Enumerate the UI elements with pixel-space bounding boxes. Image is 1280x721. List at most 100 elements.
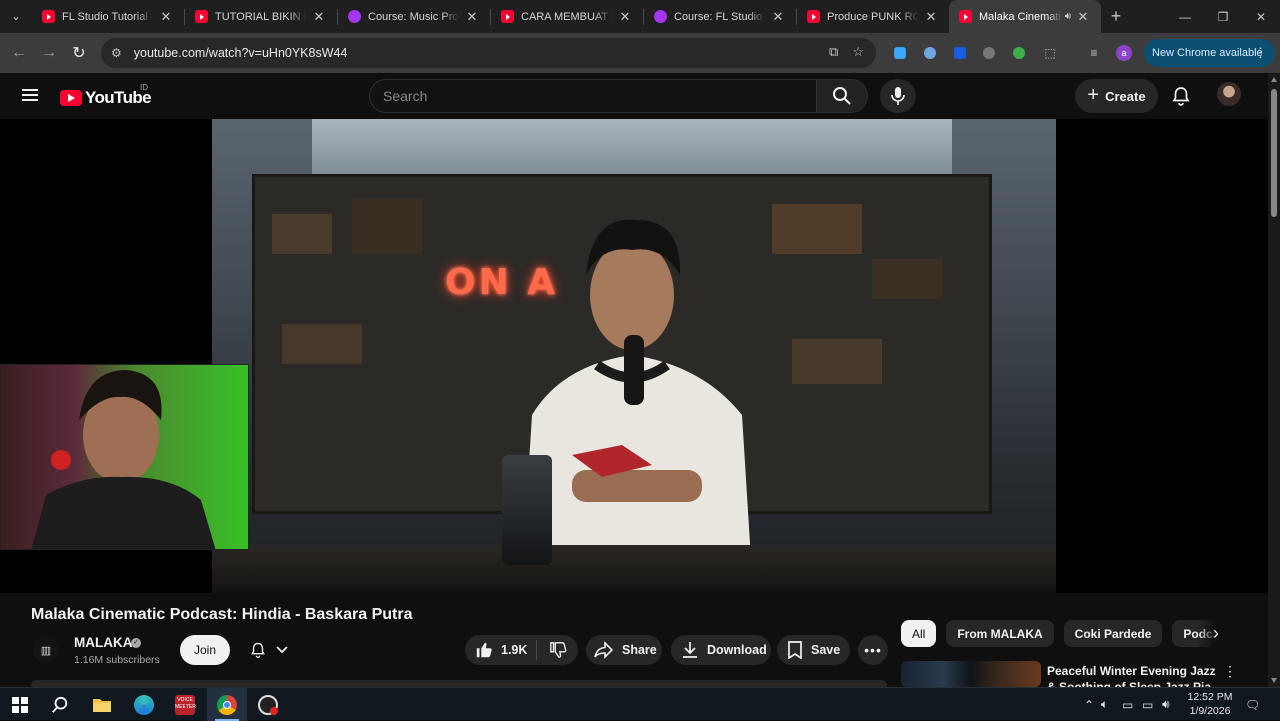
close-tab-icon[interactable]: ✕ — [464, 9, 480, 25]
minimize-window-icon[interactable]: — — [1166, 0, 1204, 33]
extension-puzzle-badge-icon[interactable] — [922, 41, 938, 65]
media-control-icon[interactable]: ≡ — [1085, 41, 1103, 65]
close-tab-icon[interactable]: ✕ — [311, 9, 327, 25]
like-button[interactable]: 1.9K — [465, 640, 537, 660]
youtube-icon — [42, 10, 55, 23]
youtube-play-logo-icon — [60, 90, 82, 106]
create-button[interactable]: + Create — [1075, 79, 1158, 113]
hamburger-menu-icon[interactable] — [22, 89, 38, 101]
voice-search-button[interactable] — [880, 79, 916, 113]
browser-tab[interactable]: CARA MEMBUAT MU ✕ — [491, 0, 643, 33]
extension-grey-icon[interactable] — [982, 41, 996, 65]
volume-mixer-icon[interactable]: 🔈︎ — [1101, 688, 1108, 721]
video-player[interactable]: ON A — [0, 119, 1268, 593]
reload-icon[interactable]: ↻ — [64, 38, 94, 68]
youtube-icon — [959, 10, 972, 23]
chrome-menu-icon[interactable]: ⋮ — [1254, 45, 1267, 61]
audio-playing-icon[interactable]: 🔊︎ — [1065, 11, 1071, 22]
file-explorer-icon[interactable] — [82, 688, 122, 721]
search-input[interactable]: Search — [369, 79, 816, 113]
voicemeeter-icon[interactable]: VOICE MEETER — [165, 688, 205, 721]
network-icon[interactable]: ▭ — [1142, 688, 1153, 721]
windows-start-icon[interactable] — [0, 688, 40, 721]
obs-studio-icon[interactable] — [248, 688, 288, 721]
recommended-thumbnail[interactable] — [901, 661, 1041, 687]
video-frame[interactable]: ON A — [212, 119, 1056, 593]
share-button[interactable]: Share — [586, 635, 662, 665]
more-actions-icon[interactable]: ••• — [858, 635, 888, 665]
windows-taskbar: VOICE MEETER ⌃ 🔈︎ ▭ ▭ 🔊︎ 12:52 PM 1/9/20… — [0, 687, 1280, 721]
clock-time: 12:52 PM — [1187, 691, 1233, 703]
battery-icon[interactable]: ▭ — [1122, 688, 1133, 721]
chip-from-malaka[interactable]: From MALAKA — [946, 620, 1054, 647]
close-window-icon[interactable]: ✕ — [1242, 0, 1280, 33]
search-button[interactable] — [816, 79, 868, 113]
extension-shield-icon[interactable] — [893, 41, 907, 65]
search-icon — [833, 87, 851, 105]
join-label: Join — [193, 643, 216, 657]
speaker-icon[interactable]: 🔊︎ — [1162, 688, 1170, 721]
save-button[interactable]: Save — [777, 635, 850, 665]
tab-search-dropdown-icon[interactable]: ⌄ — [0, 0, 32, 33]
show-hidden-icons-icon[interactable]: ⌃ — [1084, 688, 1094, 721]
browser-tab[interactable]: Produce PUNK ROCK ✕ — [797, 0, 949, 33]
bell-icon — [250, 642, 265, 658]
close-tab-icon[interactable]: ✕ — [617, 9, 633, 25]
browser-tab[interactable]: Course: FL Studio Int ✕ — [644, 0, 796, 33]
extension-green-icon[interactable] — [1012, 41, 1026, 65]
description-box[interactable] — [31, 680, 887, 687]
profile-avatar-icon[interactable]: a — [1114, 41, 1134, 65]
close-tab-icon[interactable]: ✕ — [158, 9, 174, 25]
system-clock[interactable]: 12:52 PM 1/9/2026 — [1182, 690, 1238, 718]
browser-tab-active[interactable]: Malaka Cinemati 🔊︎ ✕ — [949, 0, 1101, 33]
recommended-video[interactable]: Peaceful Winter Evening Jazz & Soothing … — [901, 661, 1261, 687]
bookmark-star-icon[interactable]: ☆ — [852, 44, 864, 60]
edge-browser-icon[interactable] — [124, 688, 164, 721]
join-button[interactable]: Join — [180, 635, 230, 665]
address-bar[interactable]: ⚙ youtube.com/watch?v=uHn0YK8sW44 ⧉ ☆ — [101, 38, 876, 68]
account-avatar[interactable] — [1217, 82, 1241, 106]
close-tab-icon[interactable]: ✕ — [1075, 9, 1091, 25]
page-scrollbar[interactable] — [1268, 73, 1280, 687]
download-button[interactable]: Download — [671, 635, 771, 665]
forward-arrow-icon[interactable]: → — [34, 38, 64, 68]
browser-tab[interactable]: TUTORIAL BIKIN LAG ✕ — [185, 0, 337, 33]
new-tab-icon[interactable]: + — [1101, 0, 1131, 33]
chevron-right-icon[interactable]: › — [1203, 620, 1229, 647]
bookmark-icon — [788, 641, 802, 659]
recommended-title[interactable]: Peaceful Winter Evening Jazz & Soothing … — [1047, 663, 1217, 687]
browser-toolbar: ← → ↻ ⚙ youtube.com/watch?v=uHn0YK8sW44 … — [0, 33, 1280, 73]
chip-all[interactable]: All — [901, 620, 937, 647]
subscription-notifications-button[interactable] — [238, 635, 298, 665]
dislike-button[interactable] — [537, 641, 578, 659]
browser-tab[interactable]: FL Studio Tutorial - C ✕ — [32, 0, 184, 33]
tab-title: FL Studio Tutorial - C — [62, 10, 154, 23]
new-chrome-available-button[interactable]: New Chrome available ⋮ — [1144, 39, 1275, 67]
save-label: Save — [811, 643, 841, 657]
youtube-icon — [807, 10, 820, 23]
channel-avatar[interactable]: ▥ — [33, 637, 59, 663]
channel-name[interactable]: MALAKA — [74, 635, 133, 650]
close-tab-icon[interactable]: ✕ — [770, 9, 786, 25]
extensions-puzzle-icon[interactable]: ⬚ — [1041, 41, 1059, 65]
close-tab-icon[interactable]: ✕ — [923, 9, 939, 25]
youtube-logo[interactable]: YouTube ID — [60, 83, 152, 108]
thumbs-down-icon — [549, 642, 566, 658]
tumbler — [502, 455, 552, 565]
maximize-window-icon[interactable]: ❐ — [1204, 0, 1242, 33]
recommended-more-icon[interactable]: ⋮ — [1223, 663, 1237, 680]
notifications-bell-icon[interactable] — [1170, 85, 1192, 107]
video-title: Malaka Cinematic Podcast: Hindia - Baska… — [31, 606, 413, 623]
extension-bitwarden-icon[interactable] — [953, 41, 967, 65]
download-icon — [683, 642, 697, 658]
url-text[interactable]: youtube.com/watch?v=uHn0YK8sW44 — [134, 46, 348, 60]
browser-tab[interactable]: Course: Music Produ ✕ — [338, 0, 490, 33]
chip-coki-pardede[interactable]: Coki Pardede — [1063, 620, 1163, 647]
site-info-icon[interactable]: ⚙ — [111, 46, 122, 60]
chrome-taskbar-icon[interactable] — [207, 688, 247, 721]
install-app-icon[interactable]: ⧉ — [829, 44, 838, 60]
share-arrow-icon — [594, 641, 614, 659]
taskbar-search-icon[interactable] — [40, 688, 80, 721]
back-arrow-icon[interactable]: ← — [4, 38, 34, 68]
notification-center-icon[interactable]: 🗨︎ — [1245, 688, 1260, 721]
